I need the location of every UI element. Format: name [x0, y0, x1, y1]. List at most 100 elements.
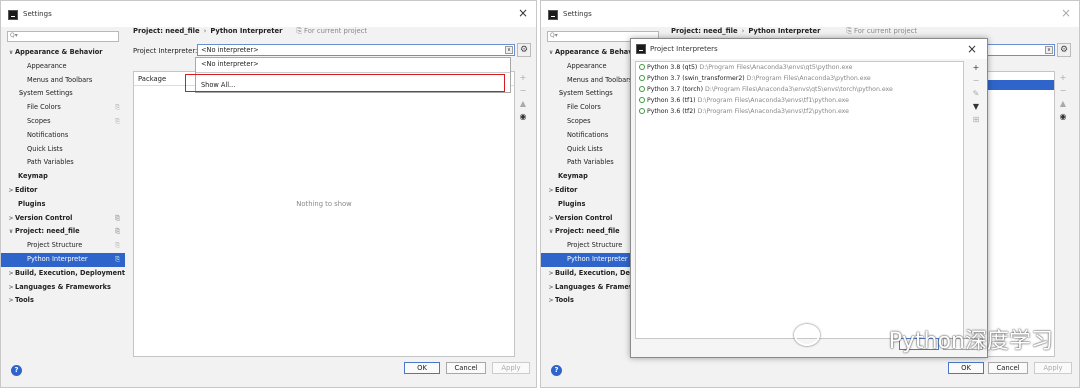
sidebar-item-label: Languages & Frameworks — [15, 282, 111, 291]
interpreter-toolbar: + − ✎ ▼ ⊞ — [968, 61, 984, 126]
chevron-right-icon[interactable]: > — [7, 294, 15, 308]
breadcrumb: Project: need_file › Python Interpreter ⎘ F… — [133, 27, 367, 36]
interpreter-list-item[interactable]: Python 3.8 (qt5) D:\Program Files\Anacon… — [636, 62, 963, 73]
sidebar-item-project-structure[interactable]: Project Structure ⎘ — [1, 239, 125, 253]
settings-window-right: Settings × ∨Appearance & BehaviorAppeara… — [540, 0, 1080, 388]
chevron-right-icon[interactable]: > — [547, 184, 555, 198]
sidebar-item-file-colors[interactable]: File Colors ⎘ — [1, 101, 125, 115]
sidebar-item-scopes[interactable]: Scopes ⎘ — [1, 115, 125, 129]
interpreter-list-item[interactable]: Python 3.6 (tf1) D:\Program Files\Anacon… — [636, 95, 963, 106]
chevron-down-icon[interactable]: ∨ — [547, 46, 555, 60]
sidebar-item-label: Menus and Toolbars — [27, 75, 93, 84]
interpreter-path: D:\Program Files\Anaconda3\envs\qt5\envs… — [704, 86, 893, 93]
cancel-button[interactable]: Cancel — [988, 362, 1028, 374]
chevron-down-icon[interactable]: ∨ — [7, 46, 15, 60]
upgrade-icon[interactable]: ▲ — [515, 97, 531, 110]
sidebar-item-label: Project: need_file — [555, 227, 620, 236]
interpreter-path: D:\Program Files\Anaconda3\envs\tf2\pyth… — [697, 108, 849, 115]
settings-sidebar: ∨Appearance & BehaviorAppearanceMenus an… — [1, 27, 125, 357]
sidebar-item-label: Quick Lists — [567, 144, 603, 153]
add-icon[interactable]: + — [1055, 71, 1071, 84]
for-current-project-label: ⎘ For current project — [846, 27, 918, 35]
apply-button[interactable]: Apply — [1034, 362, 1072, 374]
dropdown-option-no-interpreter[interactable]: <No interpreter> — [201, 60, 259, 68]
dialog-title-bar: Project Interpreters × — [631, 39, 987, 59]
close-window-button[interactable]: × — [518, 6, 528, 20]
upgrade-icon[interactable]: ▲ — [1055, 97, 1071, 110]
chevron-right-icon[interactable]: > — [7, 212, 15, 226]
sidebar-item-label: Editor — [555, 185, 578, 194]
chevron-right-icon[interactable]: > — [7, 267, 15, 281]
chevron-down-icon[interactable]: ∨ — [7, 225, 15, 239]
sidebar-item-appearance-behavior[interactable]: ∨ Appearance & Behavior — [1, 46, 125, 60]
ok-button[interactable]: OK — [404, 362, 440, 374]
edit-pencil-icon[interactable]: ✎ — [968, 87, 984, 100]
breadcrumb-separator: › — [741, 27, 745, 35]
package-toolbar: + − ▲ ◉ — [515, 71, 531, 123]
interpreter-list-item[interactable]: Python 3.6 (tf2) D:\Program Files\Anacon… — [636, 106, 963, 117]
chevron-right-icon[interactable]: > — [7, 184, 15, 198]
sidebar-item-version-control[interactable]: > Version Control ⎘ — [1, 212, 125, 226]
chevron-right-icon[interactable]: > — [547, 294, 555, 308]
gear-icon[interactable]: ⚙ — [1057, 43, 1071, 57]
title-bar: Settings × — [1, 1, 536, 27]
gear-icon[interactable]: ⚙ — [517, 43, 531, 57]
cancel-button[interactable]: Cancel — [446, 362, 486, 374]
interpreter-list-item[interactable]: Python 3.7 (torch) D:\Program Files\Anac… — [636, 84, 963, 95]
sidebar-item-tools[interactable]: > Tools — [1, 294, 125, 308]
sidebar-item-label: Appearance — [567, 61, 607, 70]
chevron-right-icon[interactable]: > — [7, 281, 15, 295]
remove-icon[interactable]: − — [1055, 84, 1071, 97]
filter-icon[interactable]: ▼ — [968, 100, 984, 113]
close-dialog-button[interactable]: × — [967, 42, 977, 56]
sidebar-item-notifications[interactable]: Notifications — [1, 129, 125, 143]
sidebar-item-plugins[interactable]: Plugins — [1, 198, 125, 212]
sidebar-item-system-settings[interactable]: > System Settings — [1, 87, 125, 101]
eye-icon[interactable]: ◉ — [515, 110, 531, 123]
add-icon[interactable]: + — [968, 61, 984, 74]
search-input[interactable] — [7, 31, 119, 42]
chevron-down-icon[interactable]: ∨ — [505, 46, 513, 54]
sidebar-item-build-execution-deployment[interactable]: > Build, Execution, Deployment — [1, 267, 125, 281]
interpreter-select[interactable]: ∨ — [985, 44, 1055, 56]
sidebar-item-label: Python Interpreter — [27, 254, 88, 263]
interpreter-list-item[interactable]: Python 3.7 (swin_transformer2) D:\Progra… — [636, 73, 963, 84]
project-scope-icon: ⎘ — [115, 255, 120, 263]
sidebar-item-editor[interactable]: > Editor — [1, 184, 125, 198]
sidebar-item-label: Version Control — [555, 213, 613, 222]
chevron-down-icon[interactable]: ∨ — [547, 225, 555, 239]
sidebar-item-menus-and-toolbars[interactable]: Menus and Toolbars — [1, 74, 125, 88]
sidebar-item-label: Notifications — [27, 130, 69, 139]
ok-button[interactable]: OK — [948, 362, 984, 374]
sidebar-item-label: File Colors — [27, 103, 61, 112]
chevron-right-icon[interactable]: > — [547, 267, 555, 281]
chevron-down-icon[interactable]: ∨ — [1045, 46, 1053, 54]
for-current-project-label: ⎘ For current project — [296, 27, 368, 35]
sidebar-item-path-variables[interactable]: Path Variables — [1, 156, 125, 170]
breadcrumb-separator: › — [203, 27, 207, 35]
sidebar-item-project-need-file[interactable]: ∨ Project: need_file ⎘ — [1, 225, 125, 239]
sidebar-item-keymap[interactable]: Keymap — [1, 170, 125, 184]
chevron-right-icon[interactable]: > — [547, 212, 555, 226]
eye-icon[interactable]: ◉ — [1055, 110, 1071, 123]
window-title: Settings — [563, 10, 592, 18]
package-toolbar: + − ▲ ◉ — [1055, 71, 1071, 123]
remove-icon[interactable]: − — [968, 74, 984, 87]
chevron-right-icon[interactable]: > — [547, 281, 555, 295]
help-icon[interactable]: ? — [11, 365, 22, 376]
sidebar-item-languages-frameworks[interactable]: > Languages & Frameworks — [1, 281, 125, 295]
help-icon[interactable]: ? — [551, 365, 562, 376]
project-scope-icon: ⎘ — [115, 117, 120, 125]
watermark-text: Python深度学习 — [888, 329, 1053, 354]
remove-icon[interactable]: − — [515, 84, 531, 97]
add-icon[interactable]: + — [515, 71, 531, 84]
sidebar-item-python-interpreter[interactable]: Python Interpreter ⎘ — [1, 252, 125, 267]
sidebar-item-quick-lists[interactable]: Quick Lists — [1, 143, 125, 157]
apply-button[interactable]: Apply — [492, 362, 530, 374]
interpreter-select[interactable]: <No interpreter> ∨ — [197, 44, 515, 56]
sidebar-item-label: Plugins — [18, 199, 46, 208]
python-interpreter-icon — [639, 64, 645, 70]
tree-icon[interactable]: ⊞ — [968, 113, 984, 126]
close-window-button[interactable]: × — [1061, 6, 1071, 20]
sidebar-item-appearance[interactable]: Appearance — [1, 60, 125, 74]
